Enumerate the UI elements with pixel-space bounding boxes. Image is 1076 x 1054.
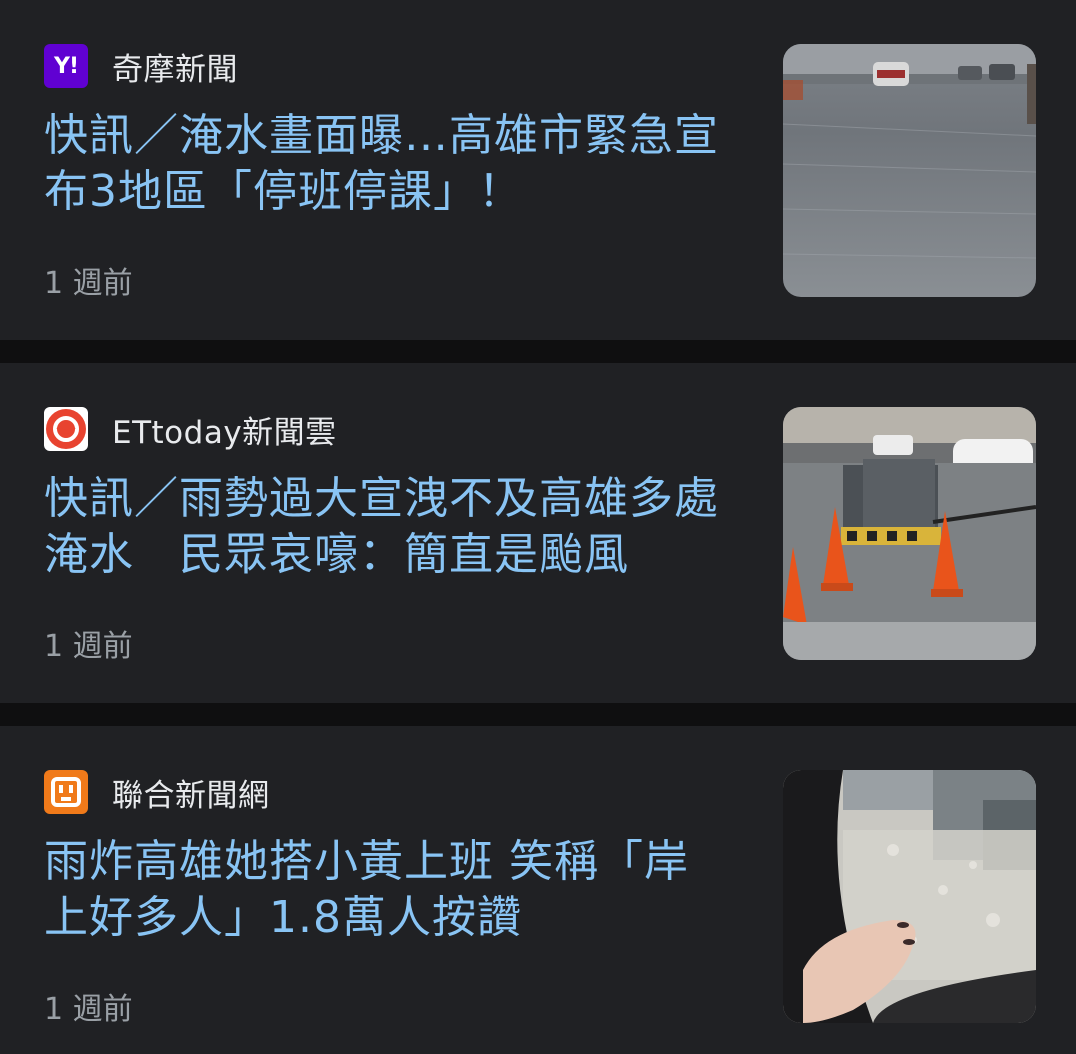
headline-link[interactable]: 雨炸高雄她搭小黃上班 笑稱「岸上好多人」1.8萬人按讚 [44, 834, 724, 946]
yahoo-logo-icon: Y! [44, 44, 88, 88]
traffic-cones-flood-thumbnail[interactable] [783, 407, 1036, 660]
taxi-window-rain-thumbnail[interactable] [783, 770, 1036, 1023]
source-row: Y! 奇摩新聞 [44, 44, 238, 88]
source-name: 聯合新聞網 [112, 777, 270, 814]
news-card[interactable]: 聯合新聞網 雨炸高雄她搭小黃上班 笑稱「岸上好多人」1.8萬人按讚 1 週前 [0, 726, 1076, 1054]
yahoo-logo-text: Y! [54, 53, 79, 79]
source-name: 奇摩新聞 [112, 51, 238, 88]
source-row: 聯合新聞網 [44, 770, 270, 814]
publish-time: 1 週前 [44, 992, 133, 1027]
headline-link[interactable]: 快訊／雨勢過大宣洩不及高雄多處淹水 民眾哀嚎：簡直是颱風 [44, 471, 724, 583]
ettoday-logo-icon [44, 407, 88, 451]
news-card[interactable]: Y! 奇摩新聞 快訊／淹水畫面曝…高雄市緊急宣布3地區「停班停課」！ 1 週前 [0, 0, 1076, 340]
news-card[interactable]: ETtoday新聞雲 快訊／雨勢過大宣洩不及高雄多處淹水 民眾哀嚎：簡直是颱風 … [0, 363, 1076, 703]
udn-logo-icon [44, 770, 88, 814]
source-name: ETtoday新聞雲 [112, 414, 337, 451]
publish-time: 1 週前 [44, 266, 133, 301]
flooded-road-thumbnail[interactable] [783, 44, 1036, 297]
source-row: ETtoday新聞雲 [44, 407, 337, 451]
publish-time: 1 週前 [44, 629, 133, 664]
headline-link[interactable]: 快訊／淹水畫面曝…高雄市緊急宣布3地區「停班停課」！ [44, 108, 724, 220]
